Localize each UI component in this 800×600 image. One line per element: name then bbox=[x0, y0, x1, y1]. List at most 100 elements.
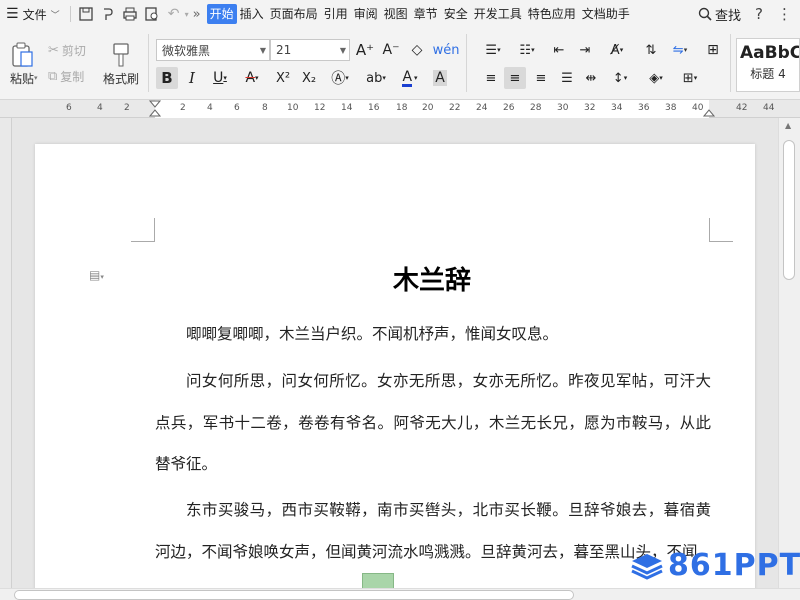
justify-button[interactable]: ☰ bbox=[556, 67, 578, 89]
vertical-scroll-thumb[interactable] bbox=[783, 140, 795, 280]
ruler-number: 18 bbox=[396, 103, 408, 113]
distribute-button[interactable]: ⇹ bbox=[580, 67, 602, 89]
align-center-icon: ≡ bbox=[509, 70, 521, 86]
superscript-icon: X² bbox=[275, 70, 291, 86]
italic-icon: I bbox=[189, 69, 195, 87]
font-color-button[interactable]: A ▾ bbox=[396, 67, 424, 89]
vertical-ruler[interactable] bbox=[0, 118, 12, 600]
search-label: 查找 bbox=[715, 8, 742, 24]
tab-special-apps[interactable]: 特色应用 bbox=[525, 4, 579, 24]
show-marks-button[interactable]: ⇋ ▾ bbox=[666, 39, 694, 61]
print-preview-button[interactable] bbox=[141, 3, 163, 25]
search-button[interactable]: 查找 bbox=[698, 5, 741, 24]
border-select-button[interactable]: ⊞ ▾ bbox=[676, 67, 704, 89]
document-title[interactable]: 木兰辞 bbox=[155, 260, 709, 297]
align-center-button[interactable]: ≡ bbox=[504, 67, 526, 89]
ruler-number: 12 bbox=[314, 103, 326, 113]
format-painter-button[interactable]: 格式刷 bbox=[100, 38, 142, 90]
tab-security[interactable]: 安全 bbox=[441, 4, 471, 24]
shrink-font-button[interactable]: A⁻ bbox=[380, 39, 402, 61]
subscript-button[interactable]: X₂ bbox=[298, 67, 320, 89]
text-effect-button[interactable]: Ⓐ ▾ bbox=[326, 67, 354, 89]
font-size-select[interactable]: 21 ▼ bbox=[270, 39, 350, 61]
bold-icon: B bbox=[161, 69, 173, 87]
undo-button[interactable]: ↶ bbox=[163, 3, 185, 25]
paragraph[interactable]: 唧唧复唧唧，木兰当户织。不闻机杼声，惟闻女叹息。 bbox=[155, 314, 711, 356]
char-shading-icon: A bbox=[433, 70, 447, 86]
horizontal-scroll-thumb[interactable] bbox=[14, 590, 574, 600]
ruler-number: 4 bbox=[207, 103, 213, 113]
paragraph-options-icon[interactable]: ▤▾ bbox=[89, 268, 104, 282]
font-name-select[interactable]: 微软雅黑 ▼ bbox=[156, 39, 270, 61]
print-button[interactable] bbox=[119, 3, 141, 25]
horizontal-ruler[interactable]: 6 4 2 2 4 6 8 10 12 14 16 18 20 22 24 26… bbox=[0, 100, 800, 118]
ribbon-toolbar: 粘贴 ▾ ✂ 剪切 ⧉ 复制 格式刷 微软雅黑 ▼ 21 ▼ A⁺ A⁻ ◇ w… bbox=[0, 28, 800, 100]
style-gallery-item[interactable]: AaBbC 标题 4 bbox=[736, 38, 800, 92]
right-indent-marker[interactable] bbox=[703, 100, 715, 118]
ruler-number: 36 bbox=[638, 103, 650, 113]
horizontal-scrollbar[interactable] bbox=[0, 588, 800, 600]
more-icon[interactable]: » bbox=[193, 7, 201, 22]
align-left-button[interactable]: ≡ bbox=[480, 67, 502, 89]
tab-home[interactable]: 开始 bbox=[206, 4, 237, 24]
copy-button[interactable]: ⧉ 复制 bbox=[48, 66, 84, 86]
char-shading-button[interactable]: A bbox=[430, 67, 450, 89]
increase-indent-button[interactable]: ⇥ bbox=[574, 39, 596, 61]
ruler-number: 28 bbox=[530, 103, 542, 113]
indent-marker[interactable] bbox=[149, 100, 161, 118]
cut-button[interactable]: ✂ 剪切 bbox=[48, 40, 86, 60]
output-button[interactable] bbox=[97, 3, 119, 25]
vertical-scrollbar[interactable]: ▲ bbox=[778, 118, 800, 588]
superscript-button[interactable]: X² bbox=[272, 67, 294, 89]
save-button[interactable] bbox=[75, 3, 97, 25]
sort-icon: ⇅ bbox=[645, 42, 657, 58]
export-icon bbox=[103, 8, 113, 20]
chevron-down-icon[interactable]: ▾ bbox=[185, 10, 189, 19]
more-options-icon[interactable]: ⋮ bbox=[777, 5, 792, 23]
crop-mark bbox=[709, 218, 733, 242]
underline-button[interactable]: U ▾ bbox=[206, 67, 234, 89]
paragraph[interactable]: 东市买骏马，西市买鞍鞯，南市买辔头，北市买长鞭。旦辞爷娘去，暮宿黄河边，不闻爷娘… bbox=[155, 490, 711, 573]
borders-button[interactable]: ⊞ bbox=[702, 39, 724, 61]
align-right-button[interactable]: ≡ bbox=[530, 67, 552, 89]
chevron-down-icon[interactable]: ▾ bbox=[34, 74, 38, 82]
line-spacing-button[interactable]: ↕ ▾ bbox=[606, 67, 634, 89]
strikethrough-button[interactable]: A ▾ bbox=[238, 67, 266, 89]
bullets-button[interactable]: ☰ ▾ bbox=[480, 39, 506, 61]
font-name-value: 微软雅黑 bbox=[162, 43, 211, 58]
numbering-button[interactable]: ☷ ▾ bbox=[514, 39, 540, 61]
tab-page-layout[interactable]: 页面布局 bbox=[267, 4, 321, 24]
tab-developer[interactable]: 开发工具 bbox=[471, 4, 525, 24]
tab-references[interactable]: 引用 bbox=[321, 4, 351, 24]
paragraph[interactable]: 问女何所思，问女何所忆。女亦无所思，女亦无所忆。昨夜见军帖，可汗大点兵，军书十二… bbox=[155, 361, 711, 486]
decrease-indent-button[interactable]: ⇤ bbox=[548, 39, 570, 61]
sort-button[interactable]: ⇅ bbox=[640, 39, 662, 61]
italic-button[interactable]: I bbox=[182, 67, 202, 89]
menu-bar: ☰ 文件 ﹀ ↶ ▾ » 开始 插入 页面布局 引用 审阅 视图 章节 安全 开… bbox=[0, 0, 800, 28]
tab-view[interactable]: 视图 bbox=[381, 4, 411, 24]
help-icon[interactable]: ? bbox=[755, 5, 763, 23]
layers-logo-icon bbox=[631, 553, 663, 580]
tab-doc-assistant[interactable]: 文档助手 bbox=[579, 4, 633, 24]
ruler-number: 34 bbox=[611, 103, 623, 113]
font-size-value: 21 bbox=[276, 43, 292, 57]
tab-section[interactable]: 章节 bbox=[411, 4, 441, 24]
phonetic-guide-button[interactable]: wén bbox=[432, 39, 460, 61]
shading-button[interactable]: ◈ ▾ bbox=[642, 67, 670, 89]
highlight-button[interactable]: ab ▾ bbox=[360, 67, 392, 89]
file-menu[interactable]: ☰ 文件 ﹀ bbox=[0, 0, 66, 28]
scroll-up-icon[interactable]: ▲ bbox=[785, 121, 791, 130]
text-direction-button[interactable]: A̸ ▾ bbox=[602, 39, 632, 61]
bold-button[interactable]: B bbox=[156, 67, 178, 89]
tab-review[interactable]: 审阅 bbox=[351, 4, 381, 24]
menu-right-group: 查找 ? ⋮ bbox=[698, 0, 792, 28]
ruler-number: 2 bbox=[180, 103, 186, 113]
chevron-down-icon: ▼ bbox=[339, 45, 346, 55]
ruler-number: 20 bbox=[422, 103, 434, 113]
tab-insert[interactable]: 插入 bbox=[237, 4, 267, 24]
document-page[interactable]: ▤▾ 木兰辞 唧唧复唧唧，木兰当户织。不闻机杼声，惟闻女叹息。 问女何所思，问女… bbox=[35, 144, 755, 588]
style-name: 标题 4 bbox=[750, 67, 786, 81]
grow-font-button[interactable]: A⁺ bbox=[354, 39, 376, 61]
paste-button[interactable]: 粘贴 bbox=[4, 38, 40, 90]
clear-format-button[interactable]: ◇ bbox=[406, 39, 428, 61]
